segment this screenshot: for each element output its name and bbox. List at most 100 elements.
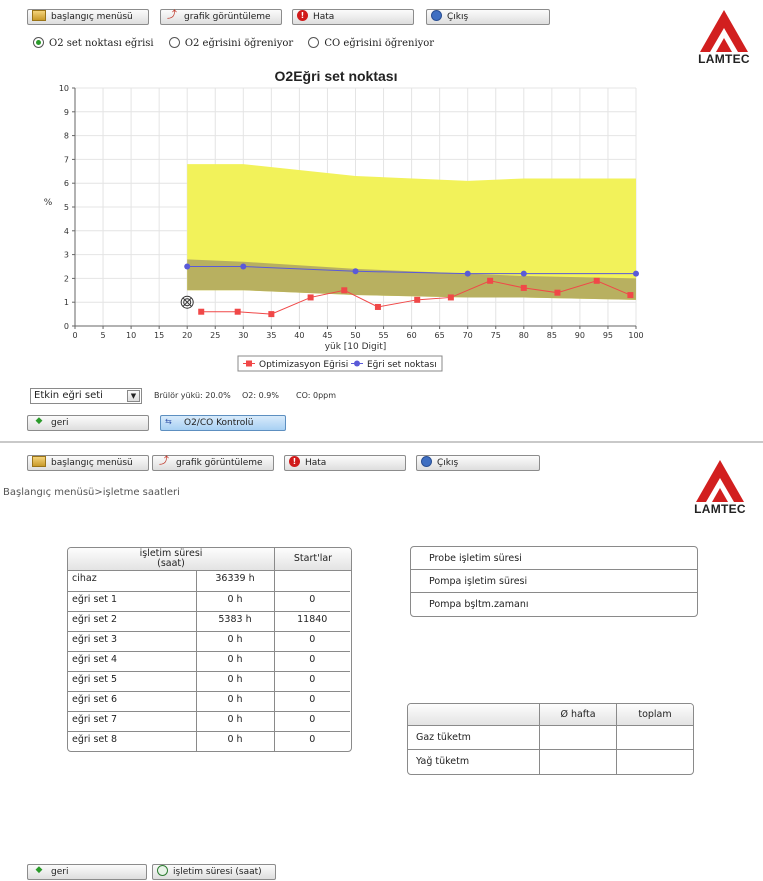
curve-set-label: eğri set 5	[68, 671, 197, 692]
back-button[interactable]: ◆ geri	[27, 864, 147, 880]
exit-label: Çıkış	[437, 458, 459, 468]
curve-set-label: eğri set 8	[68, 731, 197, 751]
error-icon: !	[297, 10, 308, 21]
legend-label-setpoint: Eğri set noktası	[367, 360, 437, 370]
graph-icon: ⤴	[167, 10, 177, 21]
lamtec-logo-mark	[700, 10, 748, 52]
exit-label: Çıkış	[447, 12, 469, 22]
probe-runtime-item[interactable]: Probe işletim süresi	[411, 547, 697, 570]
runtime-hours-label: işletim süresi (saat)	[173, 867, 262, 877]
x-tick-label: 60	[407, 331, 417, 340]
table-row: eğri set 60 h0	[68, 691, 350, 712]
error-label: Hata	[305, 458, 327, 468]
exit-button[interactable]: Çıkış	[426, 9, 550, 25]
y-tick-label: 9	[64, 108, 69, 117]
hours-value: 0 h	[196, 651, 275, 672]
pump-runtime-item[interactable]: Pompa işletim süresi	[411, 570, 697, 593]
lamtec-logo: LAMTEC	[694, 8, 754, 68]
x-tick-label: 20	[182, 331, 192, 340]
o2-curve-chart: O2Eğri set noktası 0 5 10 15 20 25 30 35 40 45 50 5…	[28, 64, 644, 374]
series-point-0	[627, 292, 634, 299]
x-tick-label: 45	[322, 331, 332, 340]
x-tick-label: 100	[628, 331, 643, 340]
pump-operation-time-item[interactable]: Pompa bşltm.zamanı	[411, 593, 697, 616]
o2co-icon: ⇆	[165, 417, 172, 426]
y-tick-label: 2	[64, 274, 69, 283]
starts-value: 11840	[274, 611, 350, 632]
exit-button[interactable]: Çıkış	[416, 455, 540, 471]
starts-value: 0	[274, 631, 350, 652]
series-point-0	[307, 294, 314, 301]
x-tick-label: 75	[491, 331, 501, 340]
curve-set-label: eğri set 4	[68, 651, 197, 672]
hours-value: 0 h	[196, 731, 275, 751]
chart-plot-area: 0 5 10 15 20 25 30 35 40 45 50 55 60 65 70 75 80 85 90 95 10…	[44, 84, 644, 372]
table-row: eğri set 40 h0	[68, 651, 350, 672]
y-tick-label: 4	[64, 227, 69, 236]
clock-icon	[157, 865, 168, 876]
series-point-0	[198, 308, 205, 315]
x-tick-label: 5	[101, 331, 106, 340]
curve-set-label: eğri set 1	[68, 591, 197, 612]
chevron-down-icon[interactable]: ▼	[127, 390, 140, 402]
oil-week-value	[539, 749, 617, 774]
gas-week-value	[539, 725, 617, 750]
radio-o2-setpoint-curve[interactable]: O2 set noktası eğrisi	[33, 37, 154, 49]
radio-label: O2 eğrisini öğreniyor	[184, 38, 294, 49]
error-button[interactable]: ! Hata	[284, 455, 406, 471]
x-tick-label: 80	[519, 331, 529, 340]
table-row: eğri set 2 5383 h 11840	[68, 611, 350, 632]
home-menu-button[interactable]: başlangıç menüsü	[27, 9, 149, 25]
radio-learn-co-curve[interactable]: CO eğrisini öğreniyor	[308, 37, 435, 49]
series-point-0	[268, 311, 275, 318]
starts-value: 0	[274, 651, 350, 672]
y-tick-label: 0	[64, 322, 69, 331]
graph-view-button[interactable]: ⤴ grafik görüntüleme	[160, 9, 282, 25]
lamtec-logo-text: LAMTEC	[694, 502, 746, 516]
error-button[interactable]: ! Hata	[292, 9, 414, 25]
x-tick-label: 40	[294, 331, 304, 340]
home-menu-button[interactable]: başlangıç menüsü	[27, 455, 149, 471]
active-curve-set-select[interactable]: Etkin eğri seti ▼	[30, 388, 142, 404]
co-status: CO: 0ppm	[296, 391, 337, 400]
radio-learn-o2-curve[interactable]: O2 eğrisini öğreniyor	[168, 37, 294, 49]
radio-indicator	[168, 37, 180, 48]
series-point-0	[554, 289, 561, 296]
o2co-control-button[interactable]: ⇆ O2/CO Kontrolü	[160, 415, 286, 431]
x-tick-label: 35	[266, 331, 276, 340]
starts-value: 0	[274, 591, 350, 612]
radio-label: CO eğrisini öğreniyor	[324, 38, 435, 49]
y-tick-label: 7	[64, 155, 69, 164]
gas-total-value	[616, 725, 693, 750]
o2-curve-panel: başlangıç menüsü ⤴ grafik görüntüleme ! Ha…	[0, 0, 763, 441]
hours-value: 0 h	[196, 631, 275, 652]
back-label: geri	[51, 418, 69, 428]
series-point-0	[520, 284, 527, 291]
graph-view-button[interactable]: ⤴ grafik görüntüleme	[152, 455, 274, 471]
graph-view-label: grafik görüntüleme	[184, 12, 271, 22]
curve-set-label: eğri set 7	[68, 711, 197, 732]
back-button[interactable]: ◆ geri	[27, 415, 149, 431]
home-icon	[32, 456, 46, 467]
hours-value: 0 h	[196, 671, 275, 692]
series-point-0	[341, 287, 348, 294]
series-point-1	[352, 268, 359, 275]
x-tick-label: 90	[575, 331, 585, 340]
y-tick-label: 6	[64, 179, 69, 188]
runtime-hours-button[interactable]: işletim süresi (saat)	[152, 864, 276, 880]
burner-load-status: Brülör yükü: 20.0%	[154, 391, 231, 400]
hours-value: 0 h	[196, 691, 275, 712]
exit-icon	[421, 456, 432, 467]
graph-view-label: grafik görüntüleme	[176, 458, 263, 468]
graph-icon: ⤴	[159, 456, 169, 467]
radio-label: O2 set noktası eğrisi	[49, 38, 154, 49]
x-tick-label: 95	[603, 331, 613, 340]
error-icon: !	[289, 456, 300, 467]
y-tick-label: 3	[64, 251, 69, 260]
starts-value: 0	[309, 733, 316, 745]
series-point-1	[464, 270, 471, 277]
x-tick-label: 65	[435, 331, 445, 340]
table-row: eğri set 50 h0	[68, 671, 350, 692]
lamtec-logo-mark	[696, 460, 744, 502]
gas-consumption-label: Gaz tüketm	[408, 725, 540, 750]
